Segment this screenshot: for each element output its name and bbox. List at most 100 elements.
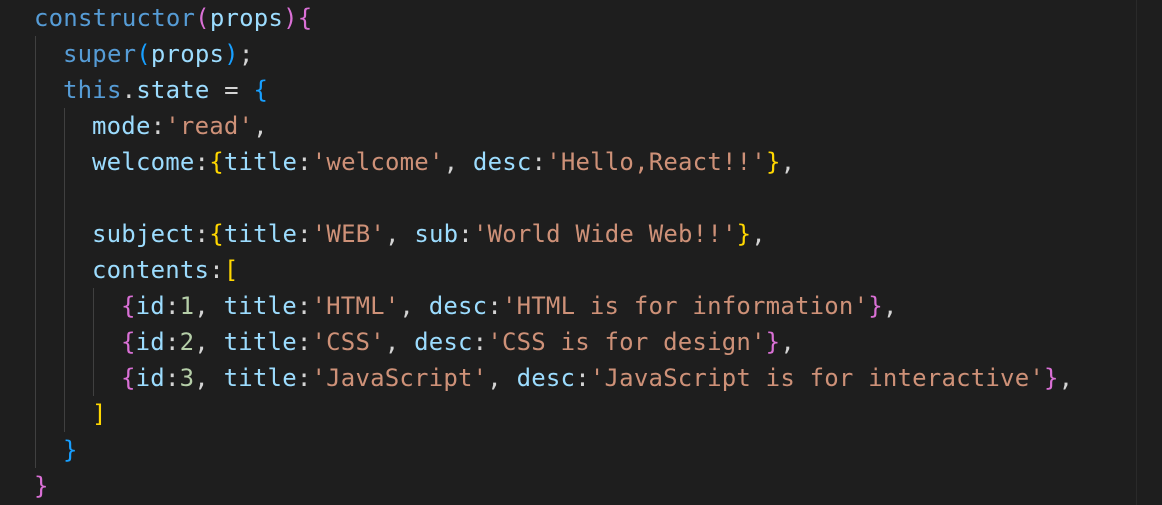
code-token: { bbox=[121, 364, 136, 392]
code-token: state bbox=[136, 76, 210, 104]
code-line[interactable]: contents:[ bbox=[92, 252, 239, 288]
code-token: desc bbox=[428, 292, 488, 320]
code-token: 'JavaScript is for interactive' bbox=[589, 364, 1045, 392]
code-token: [ bbox=[223, 256, 239, 284]
code-token: : bbox=[575, 364, 590, 392]
code-line[interactable]: {id:3, title:'JavaScript', desc:'JavaScr… bbox=[121, 360, 1073, 396]
code-token: 'World Wide Web!!' bbox=[472, 220, 737, 248]
code-token: props bbox=[150, 40, 225, 68]
code-token: } bbox=[34, 472, 49, 500]
code-token: , bbox=[399, 292, 429, 320]
code-token: id bbox=[135, 328, 165, 356]
code-token: { bbox=[209, 220, 224, 248]
code-token: contents bbox=[92, 256, 210, 284]
code-token: } bbox=[736, 220, 752, 248]
code-line[interactable]: } bbox=[63, 432, 78, 468]
code-token: : bbox=[209, 256, 224, 284]
code-token: sub bbox=[414, 220, 459, 248]
code-line[interactable]: welcome:{title:'welcome', desc:'Hello,Re… bbox=[92, 144, 795, 180]
code-token: , bbox=[194, 292, 224, 320]
code-token: desc bbox=[472, 148, 532, 176]
code-token: 'Hello,React!!' bbox=[546, 148, 766, 176]
code-token: 'JavaScript' bbox=[311, 364, 488, 392]
code-token: desc bbox=[516, 364, 576, 392]
code-token: { bbox=[121, 328, 136, 356]
code-token: } bbox=[765, 148, 781, 176]
code-token: title bbox=[223, 364, 297, 392]
code-line[interactable]: this.state = { bbox=[63, 72, 268, 108]
code-token: , bbox=[384, 328, 415, 356]
code-token: : bbox=[296, 364, 312, 392]
code-token: 'HTML is for information' bbox=[501, 292, 869, 320]
code-token: } bbox=[765, 328, 781, 356]
code-token: 'HTML' bbox=[311, 292, 400, 320]
code-token: title bbox=[223, 148, 298, 176]
code-line[interactable]: constructor(props){ bbox=[34, 0, 312, 36]
code-line[interactable]: mode:'read', bbox=[92, 108, 268, 144]
code-token: : bbox=[487, 292, 502, 320]
code-token: 2 bbox=[179, 328, 195, 356]
code-token: , bbox=[253, 112, 268, 140]
code-token: , bbox=[882, 292, 898, 320]
code-token: : bbox=[150, 112, 166, 140]
code-token: : bbox=[531, 148, 547, 176]
code-token: ( bbox=[195, 4, 210, 32]
code-token: 1 bbox=[179, 292, 195, 320]
code-token: , bbox=[780, 328, 795, 356]
code-line[interactable]: ] bbox=[92, 396, 107, 432]
code-token: id bbox=[135, 364, 165, 392]
code-line[interactable]: {id:2, title:'CSS', desc:'CSS is for des… bbox=[121, 324, 795, 360]
code-token: 'WEB' bbox=[311, 220, 386, 248]
code-token: mode bbox=[92, 112, 151, 140]
code-token: desc bbox=[414, 328, 473, 356]
code-token: } bbox=[868, 292, 883, 320]
code-token: title bbox=[223, 220, 298, 248]
code-token: . bbox=[121, 76, 137, 104]
code-token: , bbox=[194, 328, 224, 356]
code-token: props bbox=[209, 4, 284, 32]
code-token: constructor bbox=[34, 4, 196, 32]
code-token: } bbox=[63, 436, 78, 464]
code-token: id bbox=[135, 292, 165, 320]
code-token: , bbox=[1058, 364, 1074, 392]
editor-overview-ruler bbox=[1136, 0, 1137, 505]
code-token: , bbox=[780, 148, 796, 176]
code-token: super bbox=[63, 40, 137, 68]
code-token: 'CSS' bbox=[311, 328, 385, 356]
code-token: ; bbox=[238, 40, 254, 68]
code-token: , bbox=[751, 220, 766, 248]
code-token: : bbox=[297, 220, 312, 248]
code-token: this bbox=[63, 76, 122, 104]
code-token: { bbox=[253, 76, 269, 104]
code-line[interactable]: super(props); bbox=[63, 36, 253, 72]
code-token: : bbox=[164, 292, 180, 320]
indent-guide bbox=[35, 36, 36, 468]
code-token: 'read' bbox=[165, 112, 254, 140]
code-token: ) bbox=[283, 4, 298, 32]
code-line[interactable]: subject:{title:'WEB', sub:'World Wide We… bbox=[92, 216, 766, 252]
code-token: { bbox=[209, 148, 224, 176]
code-token: { bbox=[121, 292, 136, 320]
code-token: , bbox=[443, 148, 473, 176]
code-token: , bbox=[194, 364, 224, 392]
code-token: : bbox=[296, 292, 312, 320]
code-token: subject bbox=[92, 220, 195, 248]
code-line[interactable]: } bbox=[34, 468, 49, 504]
code-token: { bbox=[297, 4, 313, 32]
code-token: : bbox=[297, 148, 312, 176]
indent-guide bbox=[93, 288, 94, 396]
code-token: welcome bbox=[92, 148, 195, 176]
code-token: = bbox=[209, 76, 254, 104]
code-token: : bbox=[194, 148, 210, 176]
code-token: , bbox=[487, 364, 517, 392]
code-token: title bbox=[223, 328, 297, 356]
code-line[interactable]: {id:1, title:'HTML', desc:'HTML is for i… bbox=[121, 288, 898, 324]
code-token: : bbox=[164, 364, 180, 392]
indent-guide bbox=[64, 108, 65, 432]
code-editor[interactable]: constructor(props){super(props); this.sta… bbox=[0, 0, 1162, 505]
code-token: : bbox=[164, 328, 180, 356]
code-token: : bbox=[472, 328, 488, 356]
code-token: : bbox=[458, 220, 473, 248]
code-token: ) bbox=[224, 40, 239, 68]
code-token: ] bbox=[92, 400, 107, 428]
